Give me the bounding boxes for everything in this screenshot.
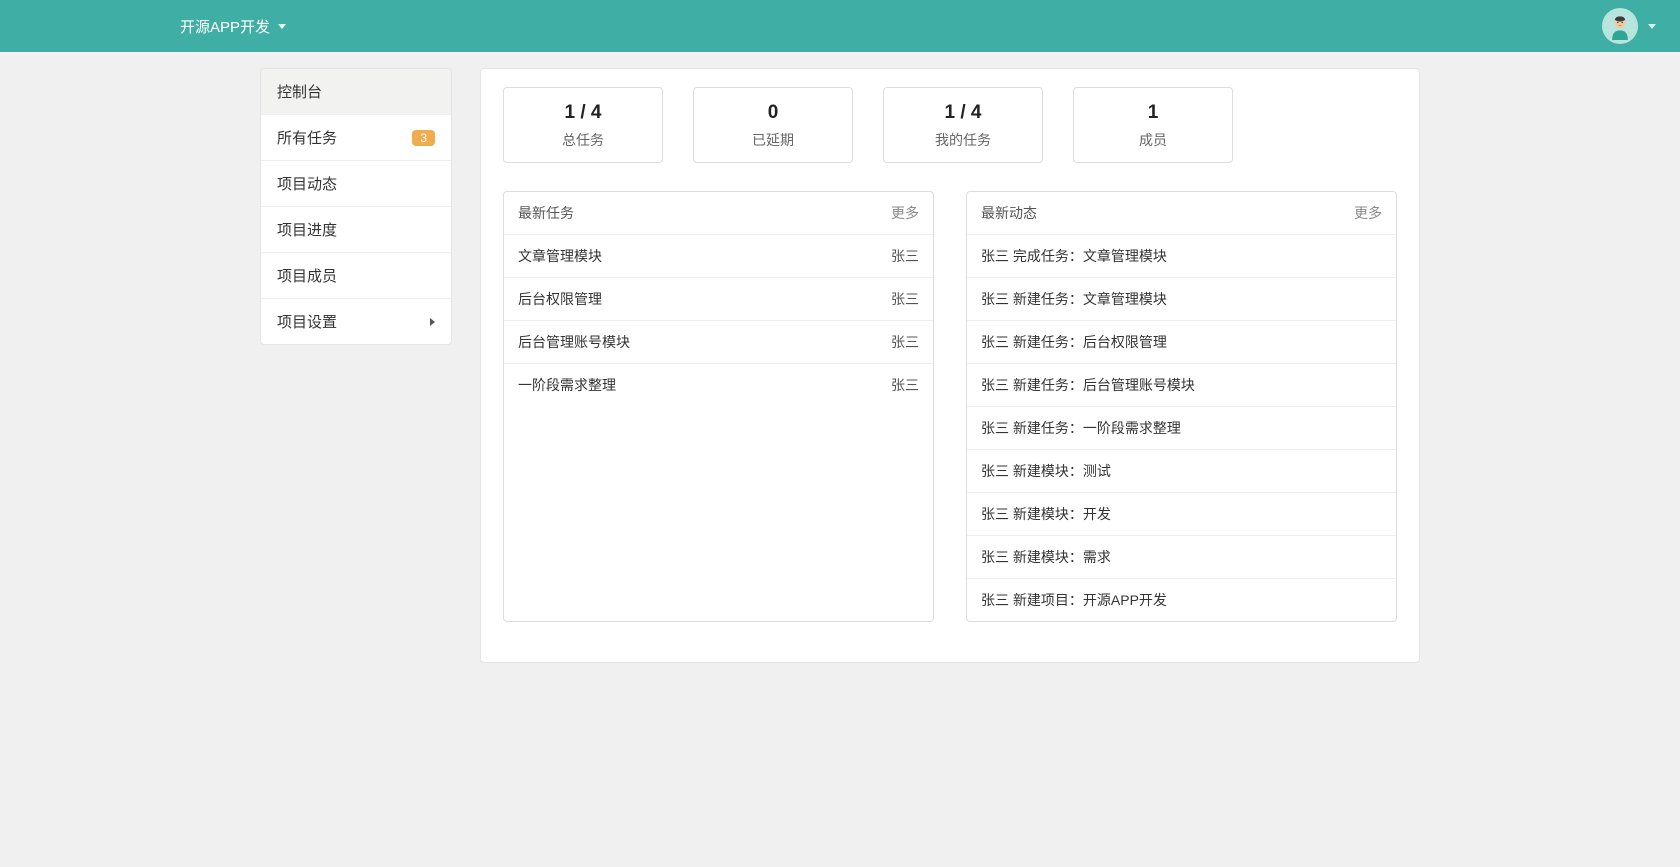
stat-members[interactable]: 1 成员 [1073, 87, 1233, 163]
activity-text: 张三 新建项目：开源APP开发 [981, 590, 1167, 610]
more-link[interactable]: 更多 [891, 203, 919, 223]
user-menu[interactable] [1602, 8, 1656, 44]
avatar [1602, 8, 1638, 44]
main-content: 1 / 4 总任务 0 已延期 1 / 4 我的任务 1 成员 最新任务 更多 [480, 68, 1420, 663]
activity-row[interactable]: 张三 新建任务：文章管理模块 [967, 278, 1396, 321]
sidebar-item-label: 控制台 [277, 81, 322, 102]
stat-label: 我的任务 [892, 130, 1034, 150]
caret-right-icon [430, 318, 435, 326]
sidebar-item-label: 项目动态 [277, 173, 337, 194]
stat-value: 1 / 4 [512, 102, 654, 124]
stat-label: 成员 [1082, 130, 1224, 150]
task-title: 后台管理账号模块 [518, 332, 630, 352]
task-author: 张三 [891, 289, 919, 309]
activity-text: 张三 新建模块：需求 [981, 547, 1111, 567]
task-title: 文章管理模块 [518, 246, 602, 266]
task-row[interactable]: 文章管理模块 张三 [504, 235, 933, 278]
activity-text: 张三 新建任务：后台管理账号模块 [981, 375, 1195, 395]
project-selector[interactable]: 开源APP开发 [180, 16, 286, 37]
task-row[interactable]: 后台权限管理 张三 [504, 278, 933, 321]
task-author: 张三 [891, 332, 919, 352]
activity-row[interactable]: 张三 新建项目：开源APP开发 [967, 579, 1396, 621]
panel-header: 最新任务 更多 [504, 192, 933, 235]
more-link[interactable]: 更多 [1354, 203, 1382, 223]
stats-row: 1 / 4 总任务 0 已延期 1 / 4 我的任务 1 成员 [503, 87, 1397, 163]
activity-row[interactable]: 张三 新建任务：一阶段需求整理 [967, 407, 1396, 450]
stat-value: 0 [702, 102, 844, 124]
caret-down-icon [1648, 24, 1656, 29]
activity-text: 张三 完成任务：文章管理模块 [981, 246, 1167, 266]
sidebar-item-label: 项目设置 [277, 311, 337, 332]
task-row[interactable]: 后台管理账号模块 张三 [504, 321, 933, 364]
stat-value: 1 / 4 [892, 102, 1034, 124]
sidebar-item-all-tasks[interactable]: 所有任务 3 [261, 115, 451, 161]
sidebar-item-label: 所有任务 [277, 127, 337, 148]
sidebar-item-activity[interactable]: 项目动态 [261, 161, 451, 207]
sidebar-item-label: 项目成员 [277, 265, 337, 286]
sidebar: 控制台 所有任务 3 项目动态 项目进度 项目成员 项目设置 [260, 68, 452, 663]
task-row[interactable]: 一阶段需求整理 张三 [504, 364, 933, 406]
task-author: 张三 [891, 246, 919, 266]
panel-title: 最新动态 [981, 203, 1037, 223]
activity-text: 张三 新建模块：测试 [981, 461, 1111, 481]
stat-my-tasks[interactable]: 1 / 4 我的任务 [883, 87, 1043, 163]
stat-total-tasks[interactable]: 1 / 4 总任务 [503, 87, 663, 163]
activity-row[interactable]: 张三 新建任务：后台管理账号模块 [967, 364, 1396, 407]
task-title: 一阶段需求整理 [518, 375, 616, 395]
task-title: 后台权限管理 [518, 289, 602, 309]
activity-row[interactable]: 张三 新建模块：测试 [967, 450, 1396, 493]
stat-label: 总任务 [512, 130, 654, 150]
activity-row[interactable]: 张三 完成任务：文章管理模块 [967, 235, 1396, 278]
activity-row[interactable]: 张三 新建模块：开发 [967, 493, 1396, 536]
sidebar-item-label: 项目进度 [277, 219, 337, 240]
sidebar-item-progress[interactable]: 项目进度 [261, 207, 451, 253]
sidebar-item-dashboard[interactable]: 控制台 [261, 69, 451, 115]
panel-title: 最新任务 [518, 203, 574, 223]
sidebar-item-settings[interactable]: 项目设置 [261, 299, 451, 344]
activity-text: 张三 新建任务：后台权限管理 [981, 332, 1167, 352]
panel-latest-activity: 最新动态 更多 张三 完成任务：文章管理模块 张三 新建任务：文章管理模块 张三… [966, 191, 1397, 622]
activity-row[interactable]: 张三 新建任务：后台权限管理 [967, 321, 1396, 364]
task-author: 张三 [891, 375, 919, 395]
panel-header: 最新动态 更多 [967, 192, 1396, 235]
sidebar-badge: 3 [412, 130, 435, 146]
project-name: 开源APP开发 [180, 16, 270, 37]
page: 控制台 所有任务 3 项目动态 项目进度 项目成员 项目设置 1 [250, 68, 1430, 703]
stat-label: 已延期 [702, 130, 844, 150]
stat-value: 1 [1082, 102, 1224, 124]
topbar: 开源APP开发 [0, 0, 1680, 52]
sidebar-item-members[interactable]: 项目成员 [261, 253, 451, 299]
stat-overdue[interactable]: 0 已延期 [693, 87, 853, 163]
activity-text: 张三 新建任务：文章管理模块 [981, 289, 1167, 309]
activity-text: 张三 新建任务：一阶段需求整理 [981, 418, 1181, 438]
panels-row: 最新任务 更多 文章管理模块 张三 后台权限管理 张三 后台管理账号模块 张三 … [503, 191, 1397, 622]
panel-latest-tasks: 最新任务 更多 文章管理模块 张三 后台权限管理 张三 后台管理账号模块 张三 … [503, 191, 934, 622]
activity-text: 张三 新建模块：开发 [981, 504, 1111, 524]
sidebar-list: 控制台 所有任务 3 项目动态 项目进度 项目成员 项目设置 [260, 68, 452, 345]
caret-down-icon [278, 24, 286, 29]
activity-row[interactable]: 张三 新建模块：需求 [967, 536, 1396, 579]
